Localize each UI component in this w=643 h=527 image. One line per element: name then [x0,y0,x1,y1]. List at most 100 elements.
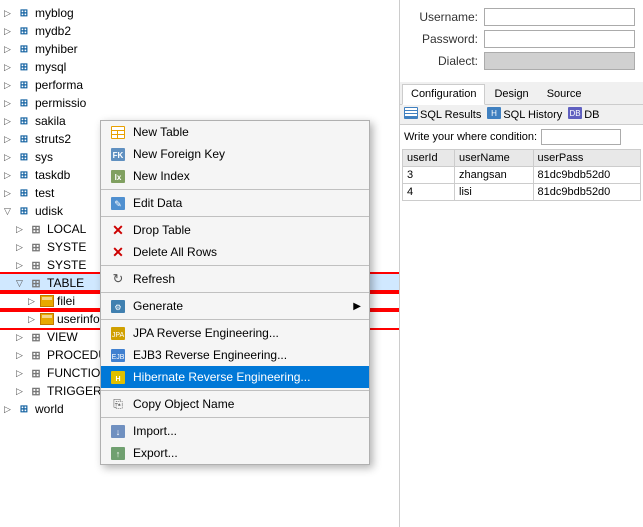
results-table: userId userName userPass 3zhangsan81dc9b… [402,149,641,201]
svg-text:✎: ✎ [114,199,122,209]
svg-text:↓: ↓ [116,427,121,437]
svg-text:DB: DB [570,109,581,118]
db-icon: ⊞ [16,149,32,165]
refresh-icon: ↻ [109,271,127,287]
menu-item-new-index[interactable]: Ix New Index [101,165,369,187]
col-userid: userId [403,150,455,167]
expand-icon: ▷ [16,224,26,235]
results-icon [404,107,418,122]
db-tab-icon: DB [568,107,582,122]
tree-label: myhiber [35,42,78,56]
db-label: DB [584,109,599,121]
menu-item-delete-rows[interactable]: ✕ Delete All Rows [101,241,369,263]
tab-source[interactable]: Source [538,84,591,104]
menu-item-new-fk[interactable]: FK New Foreign Key [101,143,369,165]
username-input[interactable] [484,8,635,26]
tree-label: sakila [35,114,66,128]
cell-userpass: 81dc9bdb52d0 [533,184,641,201]
dialect-label: Dialect: [408,54,478,68]
db-icon: ⊞ [16,113,32,129]
expand-icon: ▷ [16,368,26,379]
tree-item-myhiber[interactable]: ▷ ⊞ myhiber [0,40,399,58]
db-icon: ⊞ [16,77,32,93]
tree-label: test [35,186,54,200]
svg-text:↑: ↑ [116,449,121,459]
tree-label: world [35,402,64,416]
tree-label: TRIGGER [47,384,102,398]
db-tab[interactable]: DB DB [568,107,599,122]
tree-item-mysql[interactable]: ▷ ⊞ mysql [0,58,399,76]
tree-item-performa[interactable]: ▷ ⊞ performa [0,76,399,94]
menu-item-hibernate[interactable]: H Hibernate Reverse Engineering... [101,366,369,388]
cell-userid: 3 [403,167,455,184]
tree-label: VIEW [47,330,78,344]
sql-results-label: SQL Results [420,109,481,121]
cell-username: lisi [455,184,534,201]
separator-4 [101,292,369,293]
db-icon: ⊞ [16,185,32,201]
expand-icon: ▷ [28,314,38,325]
sql-toolbar: SQL Results H SQL History DB DB [400,105,643,125]
svg-text:H: H [115,376,120,383]
table-header-row: userId userName userPass [403,150,641,167]
tab-configuration[interactable]: Configuration [402,84,485,105]
where-input[interactable] [541,129,621,145]
password-label: Password: [408,32,478,46]
col-userpass: userPass [533,150,641,167]
x-icon: ✕ [109,222,127,238]
tab-bar: Configuration Design Source [400,82,643,105]
edit-icon: ✎ [109,195,127,211]
menu-item-export[interactable]: ↑ Export... [101,442,369,464]
svg-text:H: H [491,109,497,118]
expand-icon: ▷ [16,332,26,343]
menu-item-jpa[interactable]: JPA JPA Reverse Engineering... [101,322,369,344]
tree-item-mydb2[interactable]: ▷ ⊞ mydb2 [0,22,399,40]
menu-item-new-table[interactable]: New Table [101,121,369,143]
gen-icon: ⚙ [109,298,127,314]
menu-item-ejb3[interactable]: EJB EJB3 Reverse Engineering... [101,344,369,366]
menu-label: Hibernate Reverse Engineering... [133,370,310,384]
db-icon: ⊞ [16,59,32,75]
menu-item-edit-data[interactable]: ✎ Edit Data [101,192,369,214]
password-row: Password: [408,30,635,48]
password-input[interactable] [484,30,635,48]
username-label: Username: [408,10,478,24]
expand-icon: ▷ [4,188,14,199]
tree-item-permissio[interactable]: ▷ ⊞ permissio [0,94,399,112]
left-panel: ▷ ⊞ myblog ▷ ⊞ mydb2 ▷ ⊞ myhiber ▷ ⊞ mys… [0,0,400,527]
table-row: 3zhangsan81dc9bdb52d0 [403,167,641,184]
expand-icon: ▷ [16,242,26,253]
import-icon: ↓ [109,423,127,439]
tree-label: SYSTE [47,258,86,272]
expand-icon: ▷ [4,116,14,127]
expand-icon: ▷ [4,170,14,181]
jpa-icon: JPA [109,325,127,341]
separator-2 [101,216,369,217]
menu-label: Export... [133,446,178,460]
menu-label: New Foreign Key [133,147,225,161]
index-icon: Ix [109,168,127,184]
dialect-input[interactable] [484,52,635,70]
col-username: userName [455,150,534,167]
table-icon [109,124,127,140]
expand-icon: ▷ [4,134,14,145]
menu-item-generate[interactable]: ⚙ Generate ▶ [101,295,369,317]
db-icon: ⊞ [16,23,32,39]
separator-5 [101,319,369,320]
tab-design[interactable]: Design [485,84,537,104]
menu-label: EJB3 Reverse Engineering... [133,348,287,362]
expand-icon: ▽ [16,278,26,289]
folder-icon: ⊞ [28,257,44,273]
expand-icon: ▷ [28,296,38,307]
export-icon: ↑ [109,445,127,461]
menu-item-copy-name[interactable]: ⎘ Copy Object Name [101,393,369,415]
menu-item-drop-table[interactable]: ✕ Drop Table [101,219,369,241]
menu-item-refresh[interactable]: ↻ Refresh [101,268,369,290]
sql-history-tab[interactable]: H SQL History [487,107,562,122]
cell-userpass: 81dc9bdb52d0 [533,167,641,184]
connection-form: Username: Password: Dialect: [400,0,643,82]
menu-item-import[interactable]: ↓ Import... [101,420,369,442]
copy-icon: ⎘ [109,396,127,412]
tree-item-myblog[interactable]: ▷ ⊞ myblog [0,4,399,22]
sql-results-tab[interactable]: SQL Results [404,107,481,122]
